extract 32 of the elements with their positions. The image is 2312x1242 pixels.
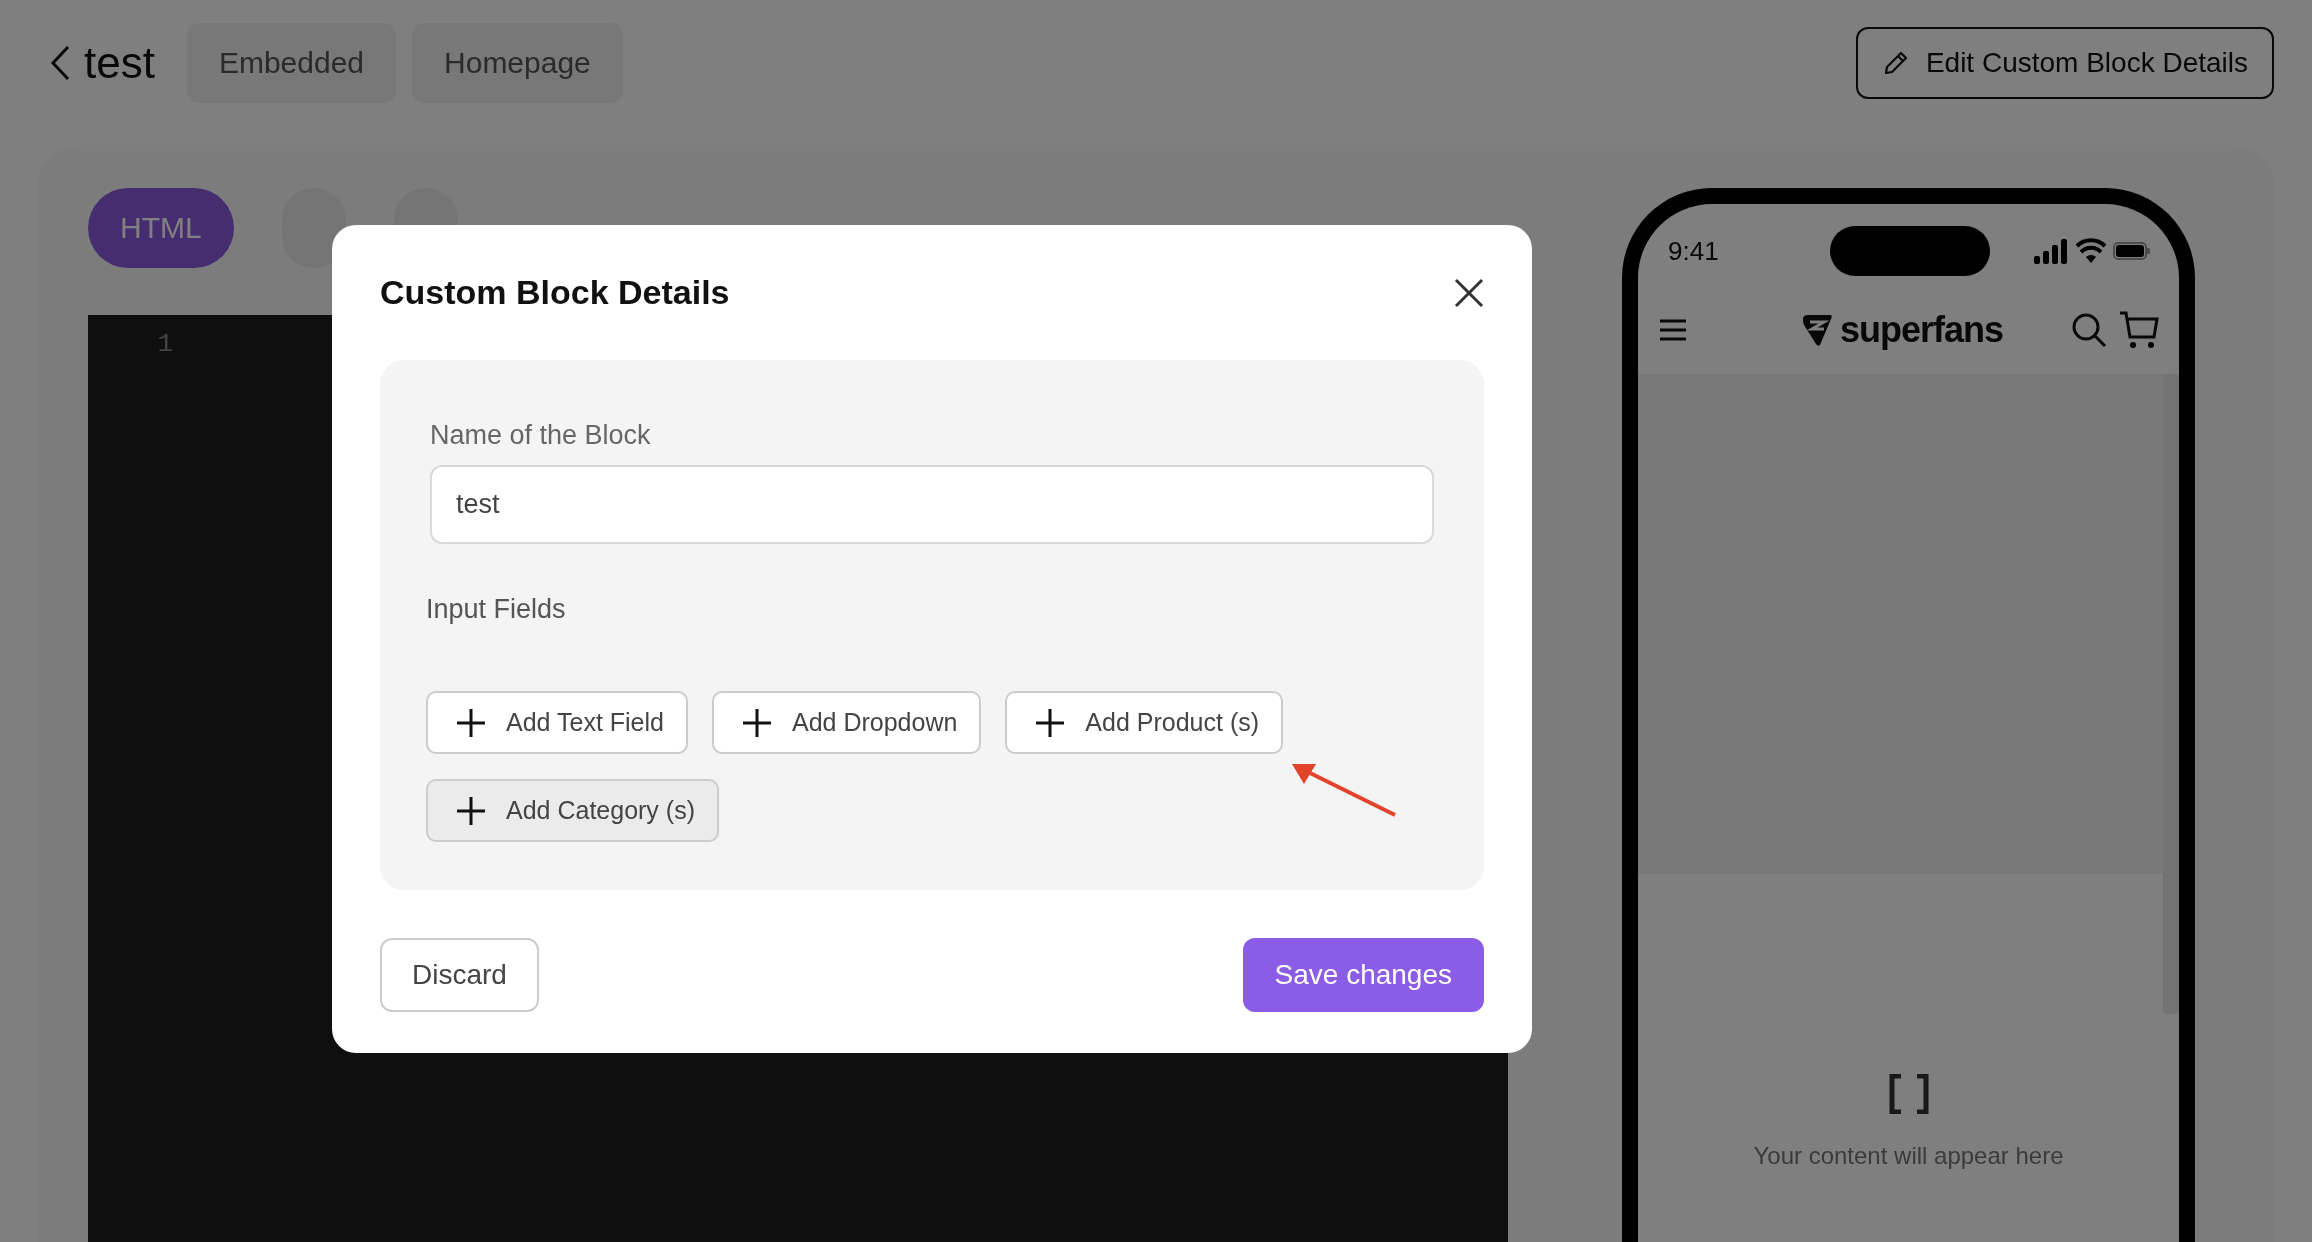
field-label: Name of the Block (430, 420, 652, 451)
tag: Homepage (412, 23, 623, 103)
signal-icon (2033, 238, 2069, 264)
section-label: Input Fields (426, 594, 567, 625)
status-time: 9:41 (1668, 235, 1720, 267)
brackets-icon (1888, 1074, 1929, 1114)
close-button[interactable] (1454, 277, 1484, 308)
tag: Embedded (186, 23, 397, 103)
plus-icon (741, 707, 772, 738)
close-icon (1454, 277, 1484, 308)
add-field-button[interactable]: Add Dropdown (711, 691, 982, 754)
back-button[interactable]: test (50, 38, 155, 88)
modal-title: Custom Block Details (380, 273, 730, 312)
discard-button[interactable]: Discard (380, 938, 539, 1012)
battery-icon (2113, 241, 2151, 261)
wifi-icon (2075, 238, 2107, 264)
edit-details-button[interactable]: Edit Custom Block Details (1855, 27, 2274, 99)
search-icon[interactable] (2071, 312, 2107, 348)
plus-icon (1035, 707, 1066, 738)
add-field-button[interactable]: Add Text Field (426, 691, 688, 754)
save-button[interactable]: Save changes (1242, 938, 1484, 1012)
add-field-button[interactable]: Add Category (s) (426, 779, 719, 842)
chevron-left-icon (50, 45, 70, 81)
brand-name: superfans (1840, 309, 2004, 351)
plus-icon (456, 707, 486, 738)
name-input[interactable]: test (430, 465, 1434, 544)
logo-icon (1800, 313, 1834, 347)
cart-icon[interactable] (2119, 310, 2159, 350)
plus-icon (456, 795, 486, 826)
menu-icon[interactable] (1658, 318, 1688, 342)
empty-message: Your content will appear here (1753, 1142, 2064, 1170)
add-field-button[interactable]: Add Product (s) (1005, 691, 1284, 754)
